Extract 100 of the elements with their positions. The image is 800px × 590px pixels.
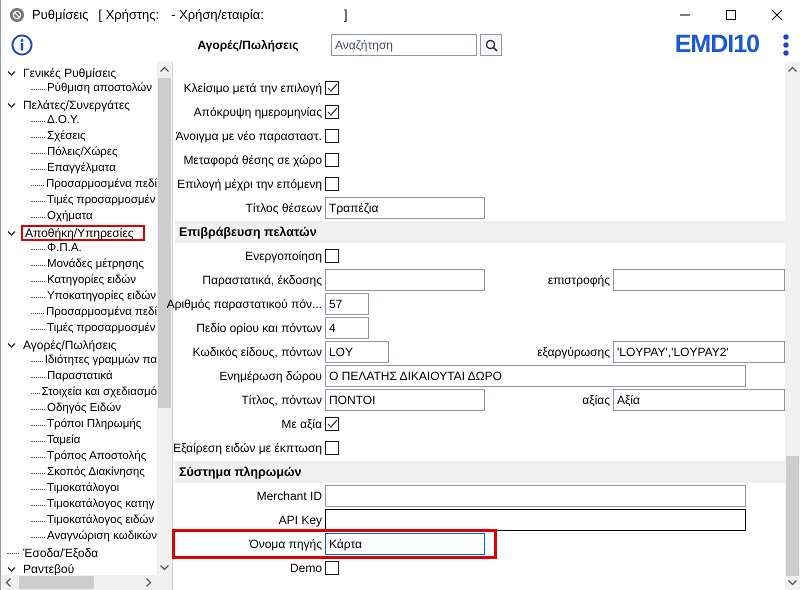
section-title: Αγορές/Πωλήσεις (196, 37, 300, 54)
field-label: Ενημέρωση δώρου (219, 368, 323, 385)
tree-item[interactable]: Προσαρμοσμένα πεδί (46, 304, 157, 322)
search-icon (484, 38, 498, 52)
scroll-down-icon[interactable] (788, 580, 797, 586)
horizontal-scroll-thumb[interactable] (19, 576, 94, 589)
tree-item[interactable]: Τιμές προσαρμοσμέν (47, 192, 156, 210)
scroll-up-icon[interactable] (160, 66, 169, 72)
close-icon (772, 10, 782, 20)
tree-item[interactable]: Τιμές προσαρμοσμέν (47, 320, 156, 338)
field-label: Με αξία (281, 416, 323, 433)
tree-item[interactable]: Ιδιότητες γραμμών πα (44, 352, 157, 370)
tree-item[interactable]: Προσαρμοσμένα πεδί (46, 176, 157, 194)
more-options-icon[interactable] (783, 34, 789, 56)
field-label: Κλείσιμο μετά την επιλογή (184, 80, 323, 97)
tree-item[interactable]: Αναγνώριση κωδικών (46, 528, 157, 546)
input-field[interactable]: 4 (325, 317, 369, 339)
input-field[interactable]: Κάρτα (325, 533, 485, 555)
scroll-thumb[interactable] (786, 456, 799, 576)
tree-item[interactable]: Ρύθμιση αποστολών (47, 80, 152, 98)
tree-item[interactable]: Οχήματα (47, 208, 93, 226)
scrollbar[interactable] (785, 62, 800, 590)
chevron-down-icon[interactable] (7, 564, 16, 574)
company-label: - Χρήση/εταιρία: (171, 6, 264, 24)
input-field[interactable]: Ο ΠΕΛΑΤΗΣ ΔΙΚΑΙΟΥΤΑΙ ΔΩΡΟ (325, 365, 746, 387)
logo: EMDI10 (674, 29, 759, 60)
field-label: εξαργύρωσης (537, 344, 610, 361)
checkbox[interactable] (325, 81, 339, 95)
chevron-down-icon[interactable] (7, 228, 16, 238)
tree-item[interactable]: Μονάδες μέτρησης (47, 256, 144, 274)
tree-item[interactable]: Σκοπός Διακίνησης (47, 464, 145, 482)
field-label: Merchant ID (256, 488, 323, 505)
checkbox[interactable] (325, 561, 339, 575)
tree-item[interactable]: Τιμοκατάλογος ειδών (47, 512, 154, 530)
input-field[interactable]: Αξία (613, 389, 785, 411)
search-button[interactable] (480, 34, 502, 56)
tree-item[interactable]: Πελάτες/Συνεργάτες (21, 96, 132, 114)
tree-item[interactable]: Στοιχεία και σχεδιασμό (42, 384, 157, 402)
chevron-down-icon[interactable] (7, 340, 16, 350)
tree-item[interactable]: Πόλεις/Χώρες (47, 144, 118, 162)
tree-item[interactable]: Τιμοκατάλογος κατηγ (47, 496, 154, 514)
checkbox[interactable] (325, 417, 339, 431)
checkbox[interactable] (325, 177, 339, 191)
checkbox[interactable] (325, 129, 339, 143)
input-field[interactable] (613, 269, 785, 291)
input-field[interactable] (325, 269, 485, 291)
tree-item[interactable]: Επαγγέλματα (47, 160, 116, 178)
checkbox[interactable] (325, 249, 339, 263)
tree-item[interactable]: Παραστατικά (47, 368, 113, 386)
field-label: Όνομα πηγής (249, 536, 323, 553)
search-field[interactable]: Αναζήτηση (331, 34, 477, 56)
field-label: Κωδικός είδους, πόντων (192, 344, 323, 361)
tree-item[interactable]: Οδηγός Ειδών (47, 400, 121, 418)
tree-item[interactable]: Τρόποι Πληρωμής (47, 416, 142, 434)
tree-item[interactable]: Δ.Ο.Υ. (47, 112, 80, 130)
tree-item[interactable]: Φ.Π.Α. (47, 240, 82, 258)
tree-item[interactable]: Αποθήκη/Υπηρεσίες (21, 225, 146, 241)
section-header: Σύστημα πληρωμών (175, 461, 785, 483)
horizontal-scrollbar[interactable] (1, 575, 172, 590)
chevron-down-icon[interactable] (7, 100, 16, 110)
tree-item[interactable]: Σχέσεις (47, 128, 86, 146)
scroll-left-icon[interactable] (5, 578, 11, 587)
input-field[interactable] (325, 485, 746, 507)
field-label: Άνοιγμα με νέο παρασταστ. (176, 128, 323, 145)
field-label: Τίτλος, πόντων (241, 392, 323, 409)
tree-item[interactable]: Υποκατηγορίες ειδών (47, 288, 156, 306)
bracket: ] (344, 6, 348, 24)
tree-item[interactable]: Ταμεία (47, 432, 80, 450)
chevron-down-icon[interactable] (7, 68, 16, 78)
input-field[interactable]: 57 (325, 293, 369, 315)
field-label: Πεδίο ορίου και πόντων (196, 320, 323, 337)
input-field[interactable]: 'LOYPAY','LOYPAY2' (613, 341, 785, 363)
input-field[interactable] (325, 509, 746, 531)
tree-item[interactable]: Έσοδα/Έξοδα (21, 544, 100, 562)
section-header: Επιβράβευση πελατών (175, 221, 785, 243)
field-label: Εξαίρεση ειδών με έκπτωση (173, 440, 323, 457)
tree-item[interactable]: Αγορές/Πωλήσεις (21, 336, 118, 354)
field-label: Παραστατικά, έκδοσης (202, 272, 323, 289)
field-label: API Key (278, 512, 323, 529)
tree-item[interactable]: Κατηγορίες ειδών (47, 272, 136, 290)
tree-item[interactable]: Γενικές Ρυθμίσεις (21, 64, 118, 82)
input-field[interactable]: ΠΟΝΤΟΙ (325, 389, 485, 411)
checkbox[interactable] (325, 153, 339, 167)
field-label: Επιλογή μέχρι την επόμενη (177, 176, 323, 193)
input-field[interactable]: Τραπέζια (325, 197, 485, 219)
info-icon[interactable] (11, 34, 33, 56)
scroll-down-icon[interactable] (160, 565, 169, 571)
tree-item[interactable]: Τιμοκατάλογοι (47, 480, 120, 498)
settings-icon (10, 8, 24, 22)
scroll-up-icon[interactable] (788, 66, 797, 72)
tree-item[interactable]: Τρόπος Αποστολής (47, 448, 146, 466)
field-label: Ενεργοποίηση (245, 248, 323, 265)
checkbox[interactable] (325, 105, 339, 119)
checkbox[interactable] (325, 441, 339, 455)
user-label: [ Χρήστης: (98, 6, 160, 24)
field-label: Μεταφορά θέσης σε χώρο (183, 152, 323, 169)
field-label: Απόκρυψη ημερομηνίας (194, 104, 323, 121)
input-field[interactable]: LOY (325, 341, 389, 363)
field-label: επιστροφής (548, 272, 610, 289)
scroll-right-icon[interactable] (146, 578, 152, 587)
